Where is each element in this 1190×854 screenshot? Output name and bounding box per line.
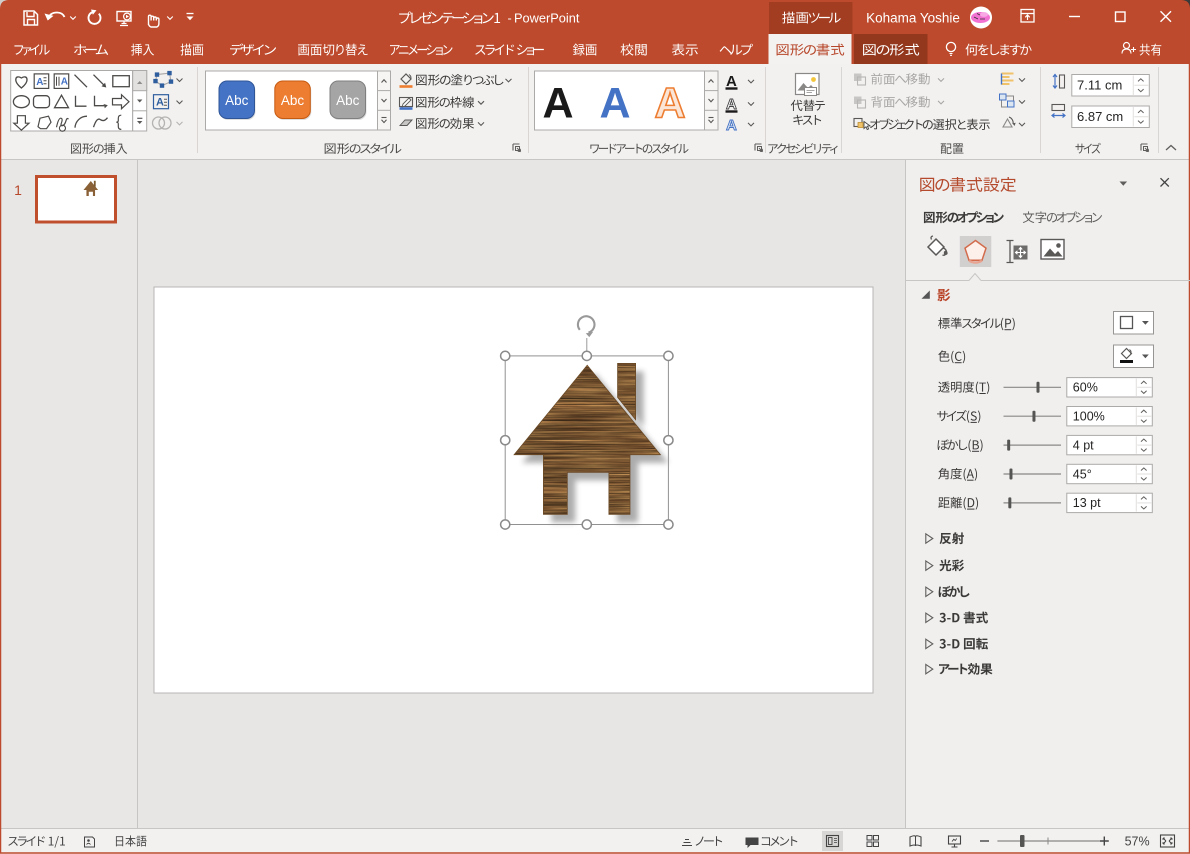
svg-text:A: A (61, 76, 68, 87)
svg-text:4 pt: 4 pt (1073, 438, 1094, 452)
svg-text:Kohama Yoshie: Kohama Yoshie (866, 11, 960, 26)
svg-text:A: A (654, 80, 685, 128)
svg-text:A: A (726, 117, 737, 134)
svg-text:60%: 60% (1073, 381, 1098, 395)
svg-text:13 pt: 13 pt (1073, 496, 1101, 510)
svg-text:45°: 45° (1073, 467, 1092, 481)
svg-text:100%: 100% (1073, 410, 1105, 424)
svg-text:1: 1 (14, 182, 22, 198)
svg-text:A: A (36, 77, 43, 88)
svg-text:PowerPoint: PowerPoint (514, 11, 580, 26)
svg-text:A: A (599, 80, 630, 128)
svg-text:Abc: Abc (336, 93, 360, 108)
svg-text:-: - (508, 12, 512, 26)
svg-text:7.11 cm: 7.11 cm (1077, 78, 1122, 93)
svg-text:6.87 cm: 6.87 cm (1077, 109, 1123, 124)
svg-text:Abc: Abc (225, 93, 249, 108)
svg-text:A: A (156, 97, 164, 109)
svg-text:57%: 57% (1125, 835, 1150, 849)
svg-text:A: A (542, 80, 573, 128)
svg-text:Abc: Abc (281, 93, 305, 108)
